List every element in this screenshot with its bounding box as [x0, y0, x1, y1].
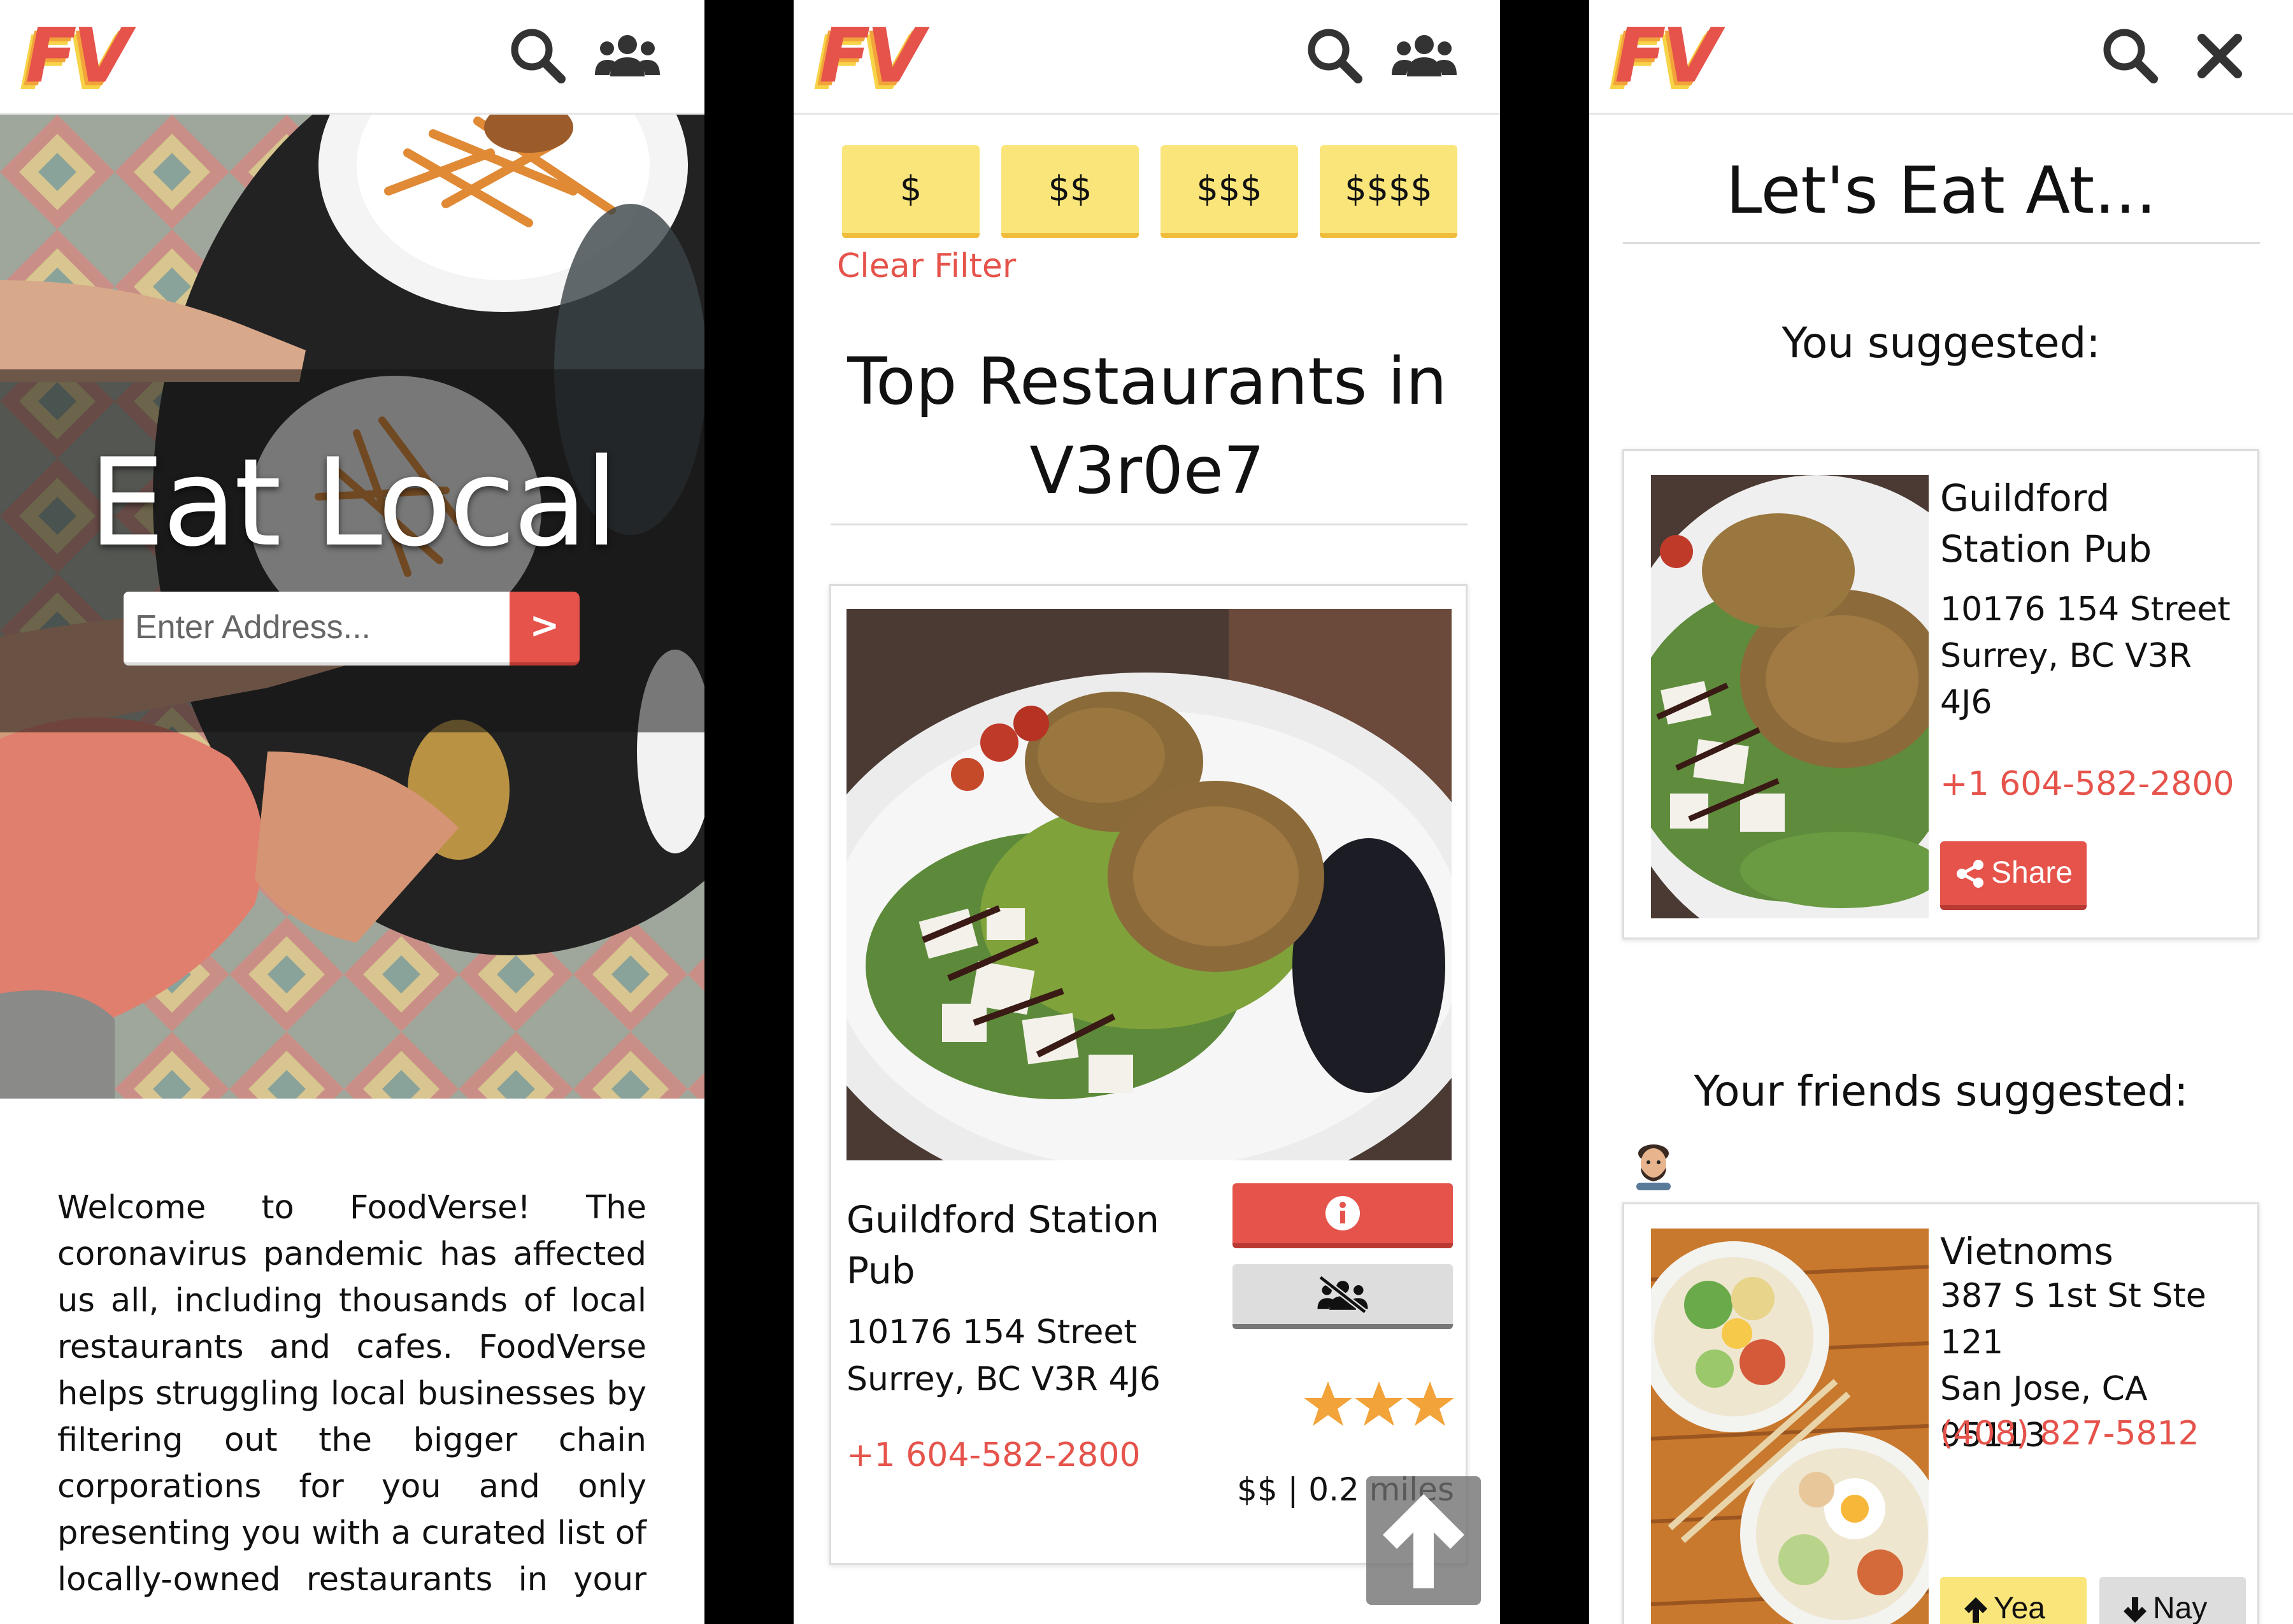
- restaurant-name[interactable]: Guildford Station Pub: [1940, 473, 2252, 574]
- share-button[interactable]: Share: [1940, 841, 2087, 910]
- search-icon[interactable]: [506, 24, 570, 88]
- info-icon: [1325, 1196, 1360, 1230]
- restaurant-phone[interactable]: +1 604-582-2800: [1940, 765, 2234, 803]
- restaurant-photo: [1651, 1229, 1929, 1624]
- app-header: FV FV FV: [0, 0, 704, 115]
- share-label: Share: [1991, 856, 2073, 890]
- users-icon[interactable]: [1389, 24, 1459, 88]
- restaurant-card[interactable]: Guildford Station Pub 10176 154 Street S…: [829, 584, 1468, 1565]
- info-button[interactable]: [1232, 1183, 1453, 1248]
- suggest-to-group-button[interactable]: [1232, 1264, 1453, 1329]
- restaurant-name[interactable]: Guildford Station Pub: [846, 1194, 1178, 1296]
- rating-stars: [1304, 1381, 1454, 1426]
- restaurant-name[interactable]: Vietnoms: [1940, 1226, 2252, 1277]
- group-screen: FV FV FV Let's Eat At... You suggested:: [1589, 0, 2293, 1624]
- restaurant-phone[interactable]: +1 604-582-2800: [846, 1436, 1141, 1474]
- friend-avatar[interactable]: [1631, 1142, 1676, 1190]
- users-icon[interactable]: [592, 24, 662, 88]
- foodverse-logo[interactable]: FV FV FV: [1608, 14, 1729, 104]
- address-line-1: 10176 154 Street: [846, 1313, 1137, 1351]
- search-icon[interactable]: [2099, 24, 2162, 88]
- results-screen: FV FV FV $ $$ $$$ $$$$ Clear Filter Top …: [794, 0, 1500, 1624]
- yea-button[interactable]: Yea: [1940, 1577, 2087, 1624]
- nay-button[interactable]: Nay: [2099, 1577, 2246, 1624]
- search-icon[interactable]: [1303, 24, 1367, 88]
- address-line-1: 387 S 1st St Ste 121: [1940, 1277, 2206, 1362]
- share-icon: [1957, 860, 1983, 888]
- foodverse-logo[interactable]: FV FV FV: [813, 14, 934, 104]
- restaurant-phone[interactable]: (408) 827-5812: [1940, 1414, 2199, 1453]
- price-level: $$: [1237, 1471, 1278, 1508]
- star-icon: [1355, 1381, 1403, 1426]
- arrow-up-icon: [1383, 1494, 1464, 1588]
- hero-image: Eat Local >: [0, 115, 704, 1099]
- address-submit-button[interactable]: >: [510, 592, 580, 666]
- page-title: Top Restaurants in V3r0e7: [847, 344, 1447, 509]
- app-header: FV FV FV: [1589, 0, 2293, 115]
- welcome-text: Welcome to FoodVerse! The coronavirus pa…: [57, 1189, 646, 1599]
- home-screen: FV FV FV Eat Local Enter Address... > We…: [0, 0, 704, 1624]
- my-suggestion-card[interactable]: Guildford Station Pub 10176 154 Street S…: [1622, 449, 2259, 939]
- restaurant-address: 10176 154 Street Surrey, BC V3R 4J6: [846, 1309, 1203, 1403]
- yea-label: Yea: [1994, 1592, 2045, 1624]
- star-icon: [1406, 1381, 1454, 1426]
- price-filter-1[interactable]: $: [842, 145, 980, 238]
- friends-suggested-heading: Your friends suggested:: [1694, 1067, 2189, 1116]
- title-divider: [1623, 242, 2260, 244]
- close-icon[interactable]: [2194, 31, 2245, 82]
- app-header: FV FV FV: [794, 0, 1500, 115]
- restaurant-photo: [846, 609, 1452, 1160]
- nay-label: Nay: [2153, 1592, 2208, 1624]
- page-title: Let's Eat At...: [1725, 153, 2157, 229]
- address-input[interactable]: [124, 592, 510, 666]
- foodverse-logo[interactable]: FV FV FV: [19, 14, 140, 104]
- price-filter-4[interactable]: $$$$: [1320, 145, 1457, 238]
- star-icon: [1304, 1381, 1352, 1426]
- scroll-to-top-button[interactable]: [1366, 1476, 1481, 1605]
- restaurant-address: 10176 154 Street Surrey, BC V3R 4J6: [1940, 590, 2231, 722]
- address-search-form: >: [124, 592, 580, 668]
- price-filter-group: $ $$ $$$ $$$$: [842, 145, 1457, 238]
- arrow-down-icon: [2124, 1597, 2147, 1623]
- clear-filter-link[interactable]: Clear Filter: [837, 247, 1016, 285]
- hero-title: Eat Local: [89, 432, 618, 573]
- title-divider: [831, 524, 1468, 525]
- arrow-up-icon: [1964, 1597, 1987, 1623]
- friend-suggestion-card[interactable]: Vietnoms 387 S 1st St Ste 121 San Jose, …: [1622, 1202, 2259, 1624]
- price-filter-2[interactable]: $$: [1001, 145, 1139, 238]
- address-line-2: Surrey, BC V3R 4J6: [846, 1360, 1161, 1399]
- users-slash-icon: [1317, 1274, 1368, 1314]
- price-filter-3[interactable]: $$$: [1161, 145, 1298, 238]
- you-suggested-heading: You suggested:: [1782, 318, 2101, 367]
- restaurant-photo: [1651, 475, 1929, 918]
